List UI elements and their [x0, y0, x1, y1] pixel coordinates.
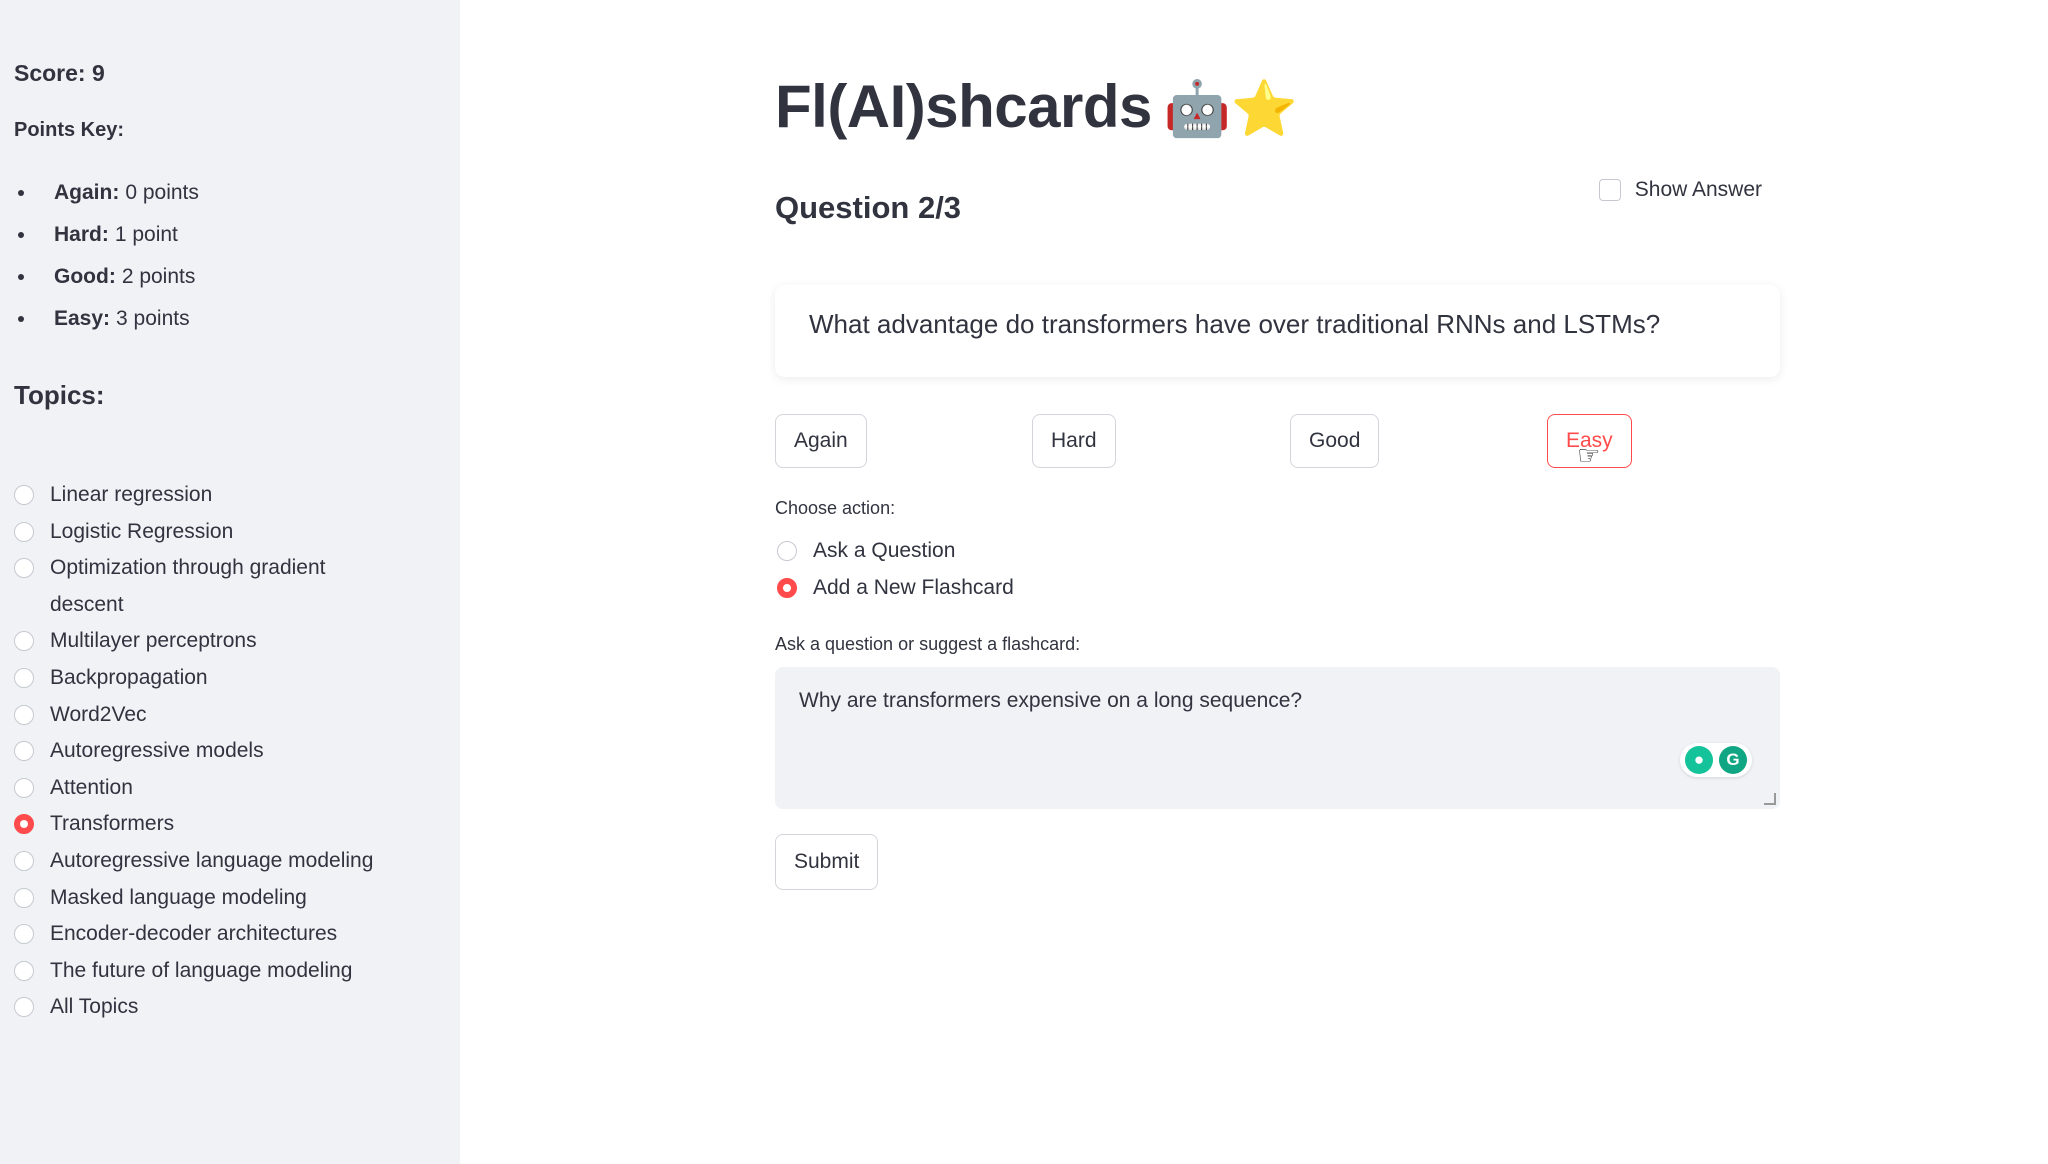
resize-handle-icon[interactable] — [1764, 793, 1776, 805]
topic-option[interactable]: Logistic Regression — [14, 514, 390, 551]
points-key-title: Points Key: — [14, 119, 125, 141]
points-key-item: Good: 2 points — [14, 256, 199, 298]
again-button[interactable]: Again — [775, 414, 867, 468]
score-display: Score: 9 — [14, 60, 105, 86]
question-text: What advantage do transformers have over… — [809, 309, 1661, 339]
input-label: Ask a question or suggest a flashcard: — [775, 634, 1081, 654]
grammarly-icon[interactable]: G — [1719, 746, 1747, 774]
topic-option[interactable]: Linear regression — [14, 477, 390, 514]
hard-button[interactable]: Hard — [1032, 414, 1116, 468]
bullet-icon — [18, 190, 24, 196]
radio-button[interactable] — [14, 997, 34, 1018]
bullet-icon — [18, 316, 24, 322]
action-option-add-flashcard[interactable]: Add a New Flashcard — [775, 569, 1014, 606]
show-answer-checkbox[interactable]: Show Answer — [1598, 178, 1762, 202]
radio-button-selected[interactable] — [777, 577, 797, 598]
robot-star-emoji-icon: 🤖⭐ — [1163, 79, 1298, 139]
submit-button[interactable]: Submit — [775, 834, 879, 890]
question-card: What advantage do transformers have over… — [775, 285, 1780, 377]
question-textarea[interactable]: Why are transformers expensive on a long… — [775, 667, 1780, 809]
topic-option[interactable]: Attention — [14, 770, 390, 807]
textarea-value: Why are transformers expensive on a long… — [799, 689, 1303, 712]
action-option-ask-question[interactable]: Ask a Question — [775, 532, 1014, 569]
bullet-icon — [18, 232, 24, 238]
radio-button[interactable] — [14, 924, 34, 945]
question-heading: Question 2/3 — [775, 190, 962, 225]
topic-option[interactable]: Autoregressive models — [14, 733, 390, 770]
lightbulb-icon[interactable]: ● — [1685, 746, 1713, 774]
radio-button[interactable] — [14, 485, 34, 505]
points-key-item: Again: 0 points — [14, 172, 199, 214]
radio-button-selected[interactable] — [14, 814, 34, 835]
topic-option[interactable]: All Topics — [14, 989, 390, 1026]
main-content: Fl(AI)shcards 🤖⭐ Question 2/3 Show Answer… — [775, 0, 1780, 1164]
radio-button[interactable] — [14, 887, 34, 908]
radio-button[interactable] — [14, 631, 34, 652]
bullet-icon — [18, 274, 24, 280]
radio-button[interactable] — [14, 960, 34, 981]
topic-option[interactable]: The future of language modeling — [14, 953, 390, 990]
radio-button[interactable] — [14, 777, 34, 798]
radio-button[interactable] — [14, 667, 34, 688]
sidebar: Score: 9 Points Key: Again: 0 points Hard… — [0, 0, 460, 1164]
topics-title: Topics: — [14, 380, 105, 410]
grammar-assistant-widget[interactable]: ● G — [1680, 743, 1752, 777]
topic-option[interactable]: Optimization through gradient descent — [14, 550, 390, 623]
radio-button[interactable] — [14, 558, 34, 579]
radio-button[interactable] — [14, 741, 34, 762]
radio-button[interactable] — [14, 850, 34, 871]
topic-option[interactable]: Masked language modeling — [14, 880, 390, 917]
topics-radio-group: Linear regression Logistic Regression Op… — [14, 477, 390, 1026]
choose-action-label: Choose action: — [775, 498, 896, 518]
checkbox-icon[interactable] — [1598, 179, 1621, 201]
topic-option[interactable]: Multilayer perceptrons — [14, 623, 390, 660]
topic-option[interactable]: Word2Vec — [14, 697, 390, 734]
radio-button[interactable] — [14, 521, 34, 542]
radio-button[interactable] — [14, 704, 34, 725]
points-key-item: Easy: 3 points — [14, 298, 199, 340]
hand-cursor-icon: ☞ — [1577, 440, 1601, 470]
points-key-item: Hard: 1 point — [14, 214, 199, 256]
points-key-list: Again: 0 points Hard: 1 point Good: 2 point… — [14, 172, 199, 340]
radio-button[interactable] — [777, 540, 797, 561]
topic-option-selected[interactable]: Transformers — [14, 806, 390, 843]
topic-option[interactable]: Backpropagation — [14, 660, 390, 697]
action-radio-group: Ask a Question Add a New Flashcard — [775, 532, 1014, 606]
good-button[interactable]: Good — [1290, 414, 1380, 468]
page-title: Fl(AI)shcards 🤖⭐ — [775, 73, 1298, 140]
topic-option[interactable]: Autoregressive language modeling — [14, 843, 390, 880]
topic-option[interactable]: Encoder-decoder architectures — [14, 916, 390, 953]
